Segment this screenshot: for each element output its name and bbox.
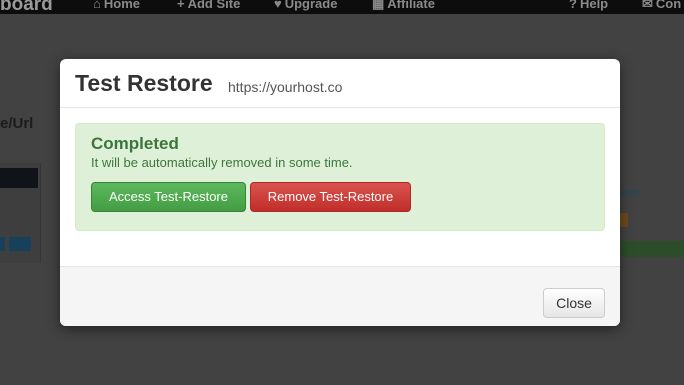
nav-upgrade-label: Upgrade (284, 0, 338, 11)
nav-add-site-label: Add Site (187, 0, 241, 11)
top-navbar: board ⌂ Home + Add Site ♥ Upgrade ▦ Affiliat… (0, 0, 684, 14)
nav-affiliate-label: Affiliate (387, 0, 435, 11)
home-icon: ⌂ (93, 0, 101, 11)
modal-footer: Close (60, 266, 620, 326)
help-icon: ? (569, 0, 577, 11)
background-site-panel (0, 163, 41, 263)
success-alert: Completed It will be automatically remov… (75, 123, 605, 231)
nav-add-site[interactable]: + Add Site (177, 0, 240, 11)
nav-affiliate[interactable]: ▦ Affiliate (372, 0, 435, 12)
heart-icon: ♥ (274, 0, 282, 11)
nav-upgrade[interactable]: ♥ Upgrade (274, 0, 337, 11)
background-button (0, 237, 5, 251)
brand-logo: board (0, 0, 53, 14)
nav-home-label: Home (103, 0, 140, 11)
test-restore-modal: Test Restore https://yourhost.co Complet… (60, 59, 620, 326)
background-badge (620, 213, 628, 227)
affiliate-icon: ▦ (372, 0, 385, 11)
access-test-restore-button[interactable]: Access Test-Restore (91, 182, 246, 212)
close-button[interactable]: Close (543, 288, 605, 318)
modal-subtitle-url: https://yourhost.co (228, 79, 343, 95)
alert-title: Completed (91, 134, 179, 153)
nav-home[interactable]: ⌂ Home (93, 0, 140, 11)
background-heading: e/Url (0, 115, 34, 132)
background-progress-bar (620, 241, 684, 257)
plus-icon: + (177, 0, 185, 11)
modal-title: Test Restore (75, 70, 213, 96)
contact-icon: ✉ (642, 0, 653, 11)
remove-test-restore-button[interactable]: Remove Test-Restore (250, 182, 411, 212)
alert-message: It will be automatically removed in some… (91, 155, 353, 170)
background-panel-header (0, 168, 38, 188)
nav-contact[interactable]: ✉ Con (642, 0, 681, 12)
nav-contact-label: Con (655, 0, 682, 11)
background-button (9, 237, 31, 251)
background-link: ange (620, 187, 641, 197)
background-site-card: ange (620, 165, 684, 260)
modal-header: Test Restore https://yourhost.co (60, 59, 620, 108)
nav-help-label: Help (579, 0, 609, 11)
nav-help[interactable]: ? Help (569, 0, 608, 11)
